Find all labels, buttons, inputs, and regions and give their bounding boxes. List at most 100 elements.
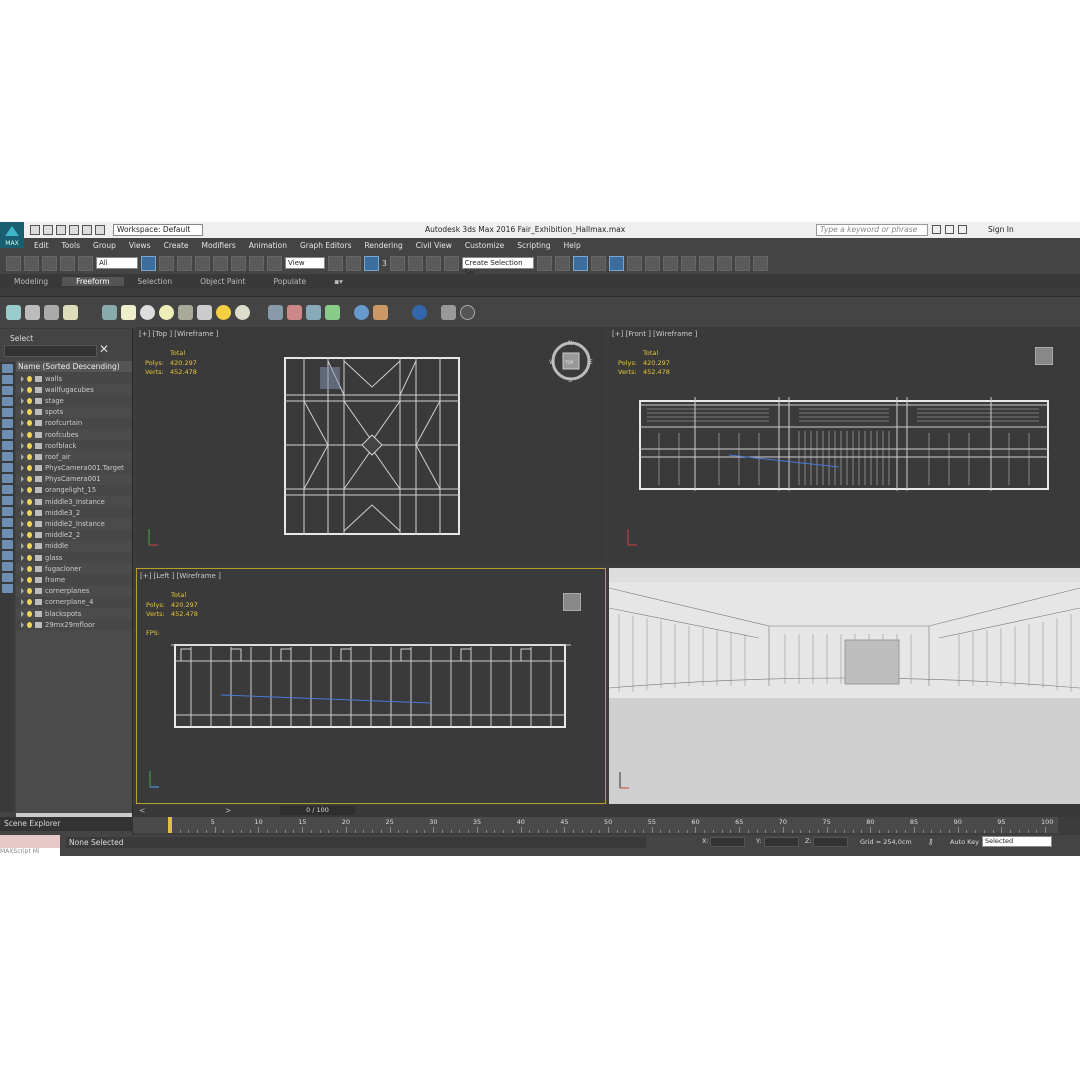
selection-filter-dropdown[interactable]: All [96, 257, 138, 269]
expand-arrow-icon[interactable] [21, 610, 24, 617]
visibility-bulb-icon[interactable] [27, 565, 32, 572]
list-item[interactable]: fugacloner [16, 563, 132, 574]
undo-icon[interactable] [69, 225, 79, 235]
unlink-icon[interactable] [60, 255, 75, 271]
display-influences-icon[interactable] [325, 305, 340, 320]
expand-arrow-icon[interactable] [21, 509, 24, 516]
viewport-label[interactable]: [+] [Left ] [Wireframe ] [140, 572, 221, 580]
display-lights-icon[interactable] [44, 305, 59, 320]
list-item[interactable]: middle3_Instance [16, 496, 132, 507]
tab-modeling[interactable]: Modeling [0, 277, 62, 286]
visibility-bulb-icon[interactable] [27, 509, 32, 516]
render-setup-icon[interactable] [680, 255, 696, 271]
list-item[interactable]: middle2_2 [16, 529, 132, 541]
visibility-bulb-icon[interactable] [27, 599, 32, 606]
z-coordinate-field[interactable] [813, 837, 848, 847]
align-icon[interactable] [554, 255, 570, 271]
spinner-snap-icon[interactable] [425, 255, 441, 271]
tab-freeform[interactable]: Freeform [62, 276, 124, 286]
visibility-bulb-icon[interactable] [27, 498, 32, 505]
list-item[interactable]: orangelight_15 [16, 484, 132, 497]
link-icon[interactable] [42, 255, 57, 271]
menu-edit[interactable]: Edit [34, 241, 49, 250]
expand-arrow-icon[interactable] [21, 543, 24, 550]
filter-icon[interactable] [2, 430, 13, 439]
display-all-icon[interactable] [235, 305, 250, 320]
filter-icon[interactable] [2, 584, 13, 593]
expand-arrow-icon[interactable] [21, 386, 24, 393]
sync-selection-icon[interactable] [354, 305, 369, 320]
menu-civil-view[interactable]: Civil View [416, 241, 452, 250]
visibility-bulb-icon[interactable] [27, 588, 32, 595]
ribbon-toggle-icon[interactable] [608, 255, 624, 271]
display-groups-icon[interactable] [140, 305, 155, 320]
visibility-bulb-icon[interactable] [27, 431, 32, 438]
filter-icon[interactable] [2, 540, 13, 549]
filter-icon[interactable] [2, 463, 13, 472]
menu-modifiers[interactable]: Modifiers [202, 241, 236, 250]
save-file-icon[interactable] [56, 225, 66, 235]
redo-icon[interactable] [82, 225, 92, 235]
search-input[interactable]: Type a keyword or phrase [816, 224, 928, 236]
new-file-icon[interactable] [30, 225, 40, 235]
visibility-bulb-icon[interactable] [27, 543, 32, 550]
expand-arrow-icon[interactable] [21, 431, 24, 438]
tab-populate[interactable]: Populate [259, 277, 320, 286]
list-item[interactable]: PhysCamera001.Target [16, 462, 132, 474]
visibility-bulb-icon[interactable] [27, 420, 32, 427]
display-bones-icon[interactable] [178, 305, 193, 320]
visibility-bulb-icon[interactable] [27, 386, 32, 393]
display-dependents-icon[interactable] [373, 305, 388, 320]
edit-named-sets-icon[interactable] [443, 255, 459, 271]
frame-counter[interactable]: 0 / 100 [280, 806, 355, 815]
mirror-icon[interactable] [536, 255, 552, 271]
filter-icon[interactable] [2, 408, 13, 417]
display-particles-icon[interactable] [197, 305, 212, 320]
viewcube[interactable] [1035, 347, 1053, 365]
auto-key-button[interactable]: Auto Key [950, 838, 979, 846]
maxscript-mini-input[interactable]: MAXScript Mi [0, 848, 60, 856]
visibility-bulb-icon[interactable] [27, 476, 32, 483]
filter-icon[interactable] [2, 375, 13, 384]
track-bar[interactable]: 5 10 15 20 25 30 35 40 45 50 55 60 65 70 75 80 85 90 95 100 [133, 817, 1058, 833]
binoculars-icon[interactable] [932, 225, 941, 234]
viewport-label[interactable]: [+] [Top ] [Wireframe ] [139, 330, 218, 338]
list-item[interactable]: middle2_Instance [16, 518, 132, 529]
list-item[interactable]: stage [16, 395, 132, 407]
project-folder-icon[interactable] [95, 225, 105, 235]
sign-in-button[interactable]: Sign In [988, 225, 1014, 234]
filter-icon[interactable] [2, 518, 13, 527]
render-production-icon[interactable] [716, 255, 732, 271]
schematic-view-icon[interactable] [644, 255, 660, 271]
expand-arrow-icon[interactable] [21, 397, 24, 404]
viewcube[interactable] [563, 593, 581, 611]
expand-arrow-icon[interactable] [21, 476, 24, 483]
star-icon[interactable] [958, 225, 967, 234]
visibility-bulb-icon[interactable] [27, 576, 32, 583]
expand-arrow-icon[interactable] [21, 442, 24, 449]
rotate-icon[interactable] [231, 255, 246, 271]
scene-search-input[interactable] [4, 345, 97, 357]
list-item[interactable]: middle [16, 541, 132, 552]
menu-graph-editors[interactable]: Graph Editors [300, 241, 352, 250]
visibility-bulb-icon[interactable] [27, 554, 32, 561]
named-selection-dropdown[interactable]: Create Selection Se [461, 257, 534, 277]
filter-icon[interactable] [2, 386, 13, 395]
move-icon[interactable] [213, 255, 228, 271]
display-children-icon[interactable] [306, 305, 321, 320]
prev-frame-icon[interactable]: < [139, 806, 145, 815]
place-icon[interactable] [267, 255, 282, 271]
local-view-icon[interactable] [412, 305, 427, 320]
list-item[interactable]: 29mx29mfloor [16, 619, 132, 631]
reference-coord-dropdown[interactable]: View [285, 257, 325, 269]
menu-create[interactable]: Create [164, 241, 189, 250]
display-cameras-icon[interactable] [63, 305, 78, 320]
select-by-name-icon[interactable] [159, 255, 174, 271]
viewport-front[interactable]: [+] [Front ] [Wireframe ] Total Polys: 42… [609, 327, 1080, 563]
menu-scripting[interactable]: Scripting [517, 241, 550, 250]
filter-icon[interactable] [2, 397, 13, 406]
display-shapes-icon[interactable] [25, 305, 40, 320]
list-item[interactable]: frame [16, 574, 132, 586]
display-sun-icon[interactable] [216, 305, 231, 320]
scale-icon[interactable] [249, 255, 264, 271]
